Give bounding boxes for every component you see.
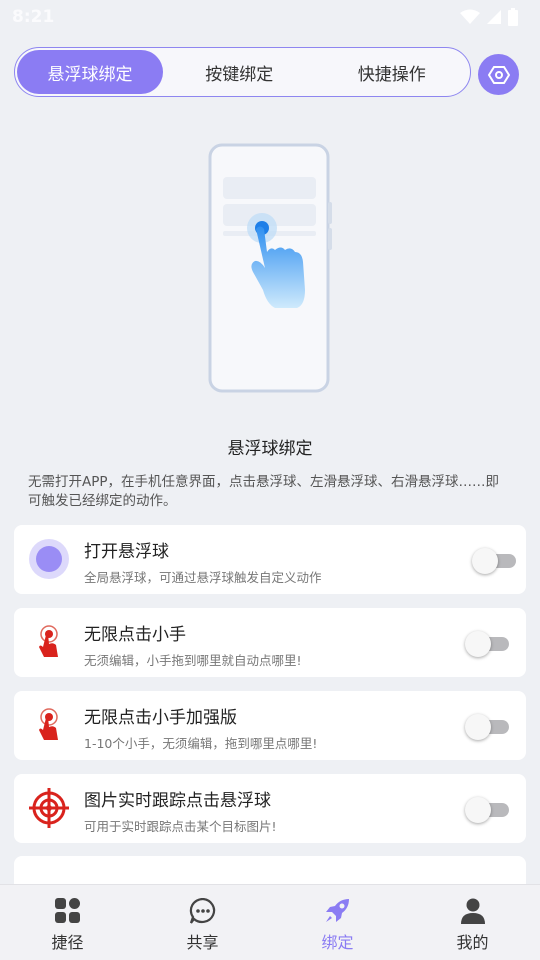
nav-item-share[interactable]: 共享 bbox=[135, 885, 270, 960]
signal-icon bbox=[487, 10, 501, 24]
battery-icon bbox=[508, 8, 518, 26]
item-subtitle: 1-10个小手，无须编辑，拖到哪里点哪里! bbox=[84, 736, 318, 751]
list-item-tap-hand-plus[interactable]: 无限点击小手加强版 1-10个小手，无须编辑，拖到哪里点哪里! bbox=[14, 691, 526, 760]
tap-hand-toggle[interactable] bbox=[465, 630, 511, 657]
binding-tabbar: 悬浮球绑定 按键绑定 快捷操作 bbox=[14, 47, 471, 97]
list-item-floating-ball[interactable]: 打开悬浮球 全局悬浮球，可通过悬浮球触发自定义动作 bbox=[14, 525, 526, 594]
item-title: 打开悬浮球 bbox=[84, 542, 169, 562]
grid-icon bbox=[54, 898, 80, 923]
status-time: 8:21 bbox=[12, 7, 55, 27]
item-title: 图片实时跟踪点击悬浮球 bbox=[84, 791, 271, 811]
list-item-partial bbox=[14, 856, 526, 886]
nav-item-binding[interactable]: 绑定 bbox=[270, 885, 405, 960]
bottom-nav: 捷径 共享 绑定 我的 bbox=[0, 884, 540, 960]
toggle-knob bbox=[465, 797, 491, 823]
list-item-tap-hand[interactable]: 无限点击小手 无须编辑，小手拖到哪里就自动点哪里! bbox=[14, 608, 526, 677]
nav-label: 绑定 bbox=[321, 933, 354, 952]
nav-item-mine[interactable]: 我的 bbox=[405, 885, 540, 960]
chat-icon bbox=[189, 898, 215, 924]
tab-quick-actions[interactable]: 快捷操作 bbox=[316, 50, 469, 94]
rocket-icon bbox=[325, 899, 349, 922]
status-icons bbox=[460, 8, 518, 26]
item-subtitle: 全局悬浮球，可通过悬浮球触发自定义动作 bbox=[84, 570, 322, 585]
item-title: 无限点击小手加强版 bbox=[84, 708, 237, 728]
tap-hand-icon bbox=[39, 625, 58, 657]
tab-key-binding[interactable]: 按键绑定 bbox=[163, 50, 316, 94]
toggle-knob bbox=[465, 631, 491, 657]
user-icon bbox=[460, 898, 485, 924]
crosshair-icon bbox=[29, 788, 69, 828]
list-item-image-tracking[interactable]: 图片实时跟踪点击悬浮球 可用于实时跟踪点击某个目标图片! bbox=[14, 774, 526, 843]
nav-label: 捷径 bbox=[51, 933, 84, 952]
hexagon-settings-icon bbox=[487, 65, 510, 84]
section-description: 无需打开APP，在手机任意界面，点击悬浮球、左滑悬浮球、右滑悬浮球……即可触发已… bbox=[28, 474, 500, 509]
item-title: 无限点击小手 bbox=[84, 625, 186, 645]
tab-floating-ball-binding[interactable]: 悬浮球绑定 bbox=[17, 50, 163, 94]
settings-button[interactable] bbox=[478, 54, 519, 95]
section-title: 悬浮球绑定 bbox=[227, 439, 313, 459]
nav-item-shortcuts[interactable]: 捷径 bbox=[0, 885, 135, 960]
tap-hand-plus-toggle[interactable] bbox=[465, 713, 511, 740]
toggle-knob bbox=[465, 714, 491, 740]
image-tracking-toggle[interactable] bbox=[465, 796, 511, 823]
phone-tap-illustration bbox=[208, 143, 332, 393]
item-subtitle: 可用于实时跟踪点击某个目标图片! bbox=[84, 819, 277, 834]
nav-label: 我的 bbox=[456, 933, 489, 952]
tap-hand-plus-icon bbox=[39, 708, 58, 740]
toggle-knob bbox=[472, 548, 498, 574]
item-subtitle: 无须编辑，小手拖到哪里就自动点哪里! bbox=[84, 653, 302, 668]
floating-ball-toggle[interactable] bbox=[472, 547, 518, 574]
wifi-icon bbox=[460, 9, 480, 24]
floating-ball-icon bbox=[29, 539, 69, 579]
nav-label: 共享 bbox=[186, 933, 219, 952]
status-bar: 8:21 bbox=[0, 0, 540, 34]
